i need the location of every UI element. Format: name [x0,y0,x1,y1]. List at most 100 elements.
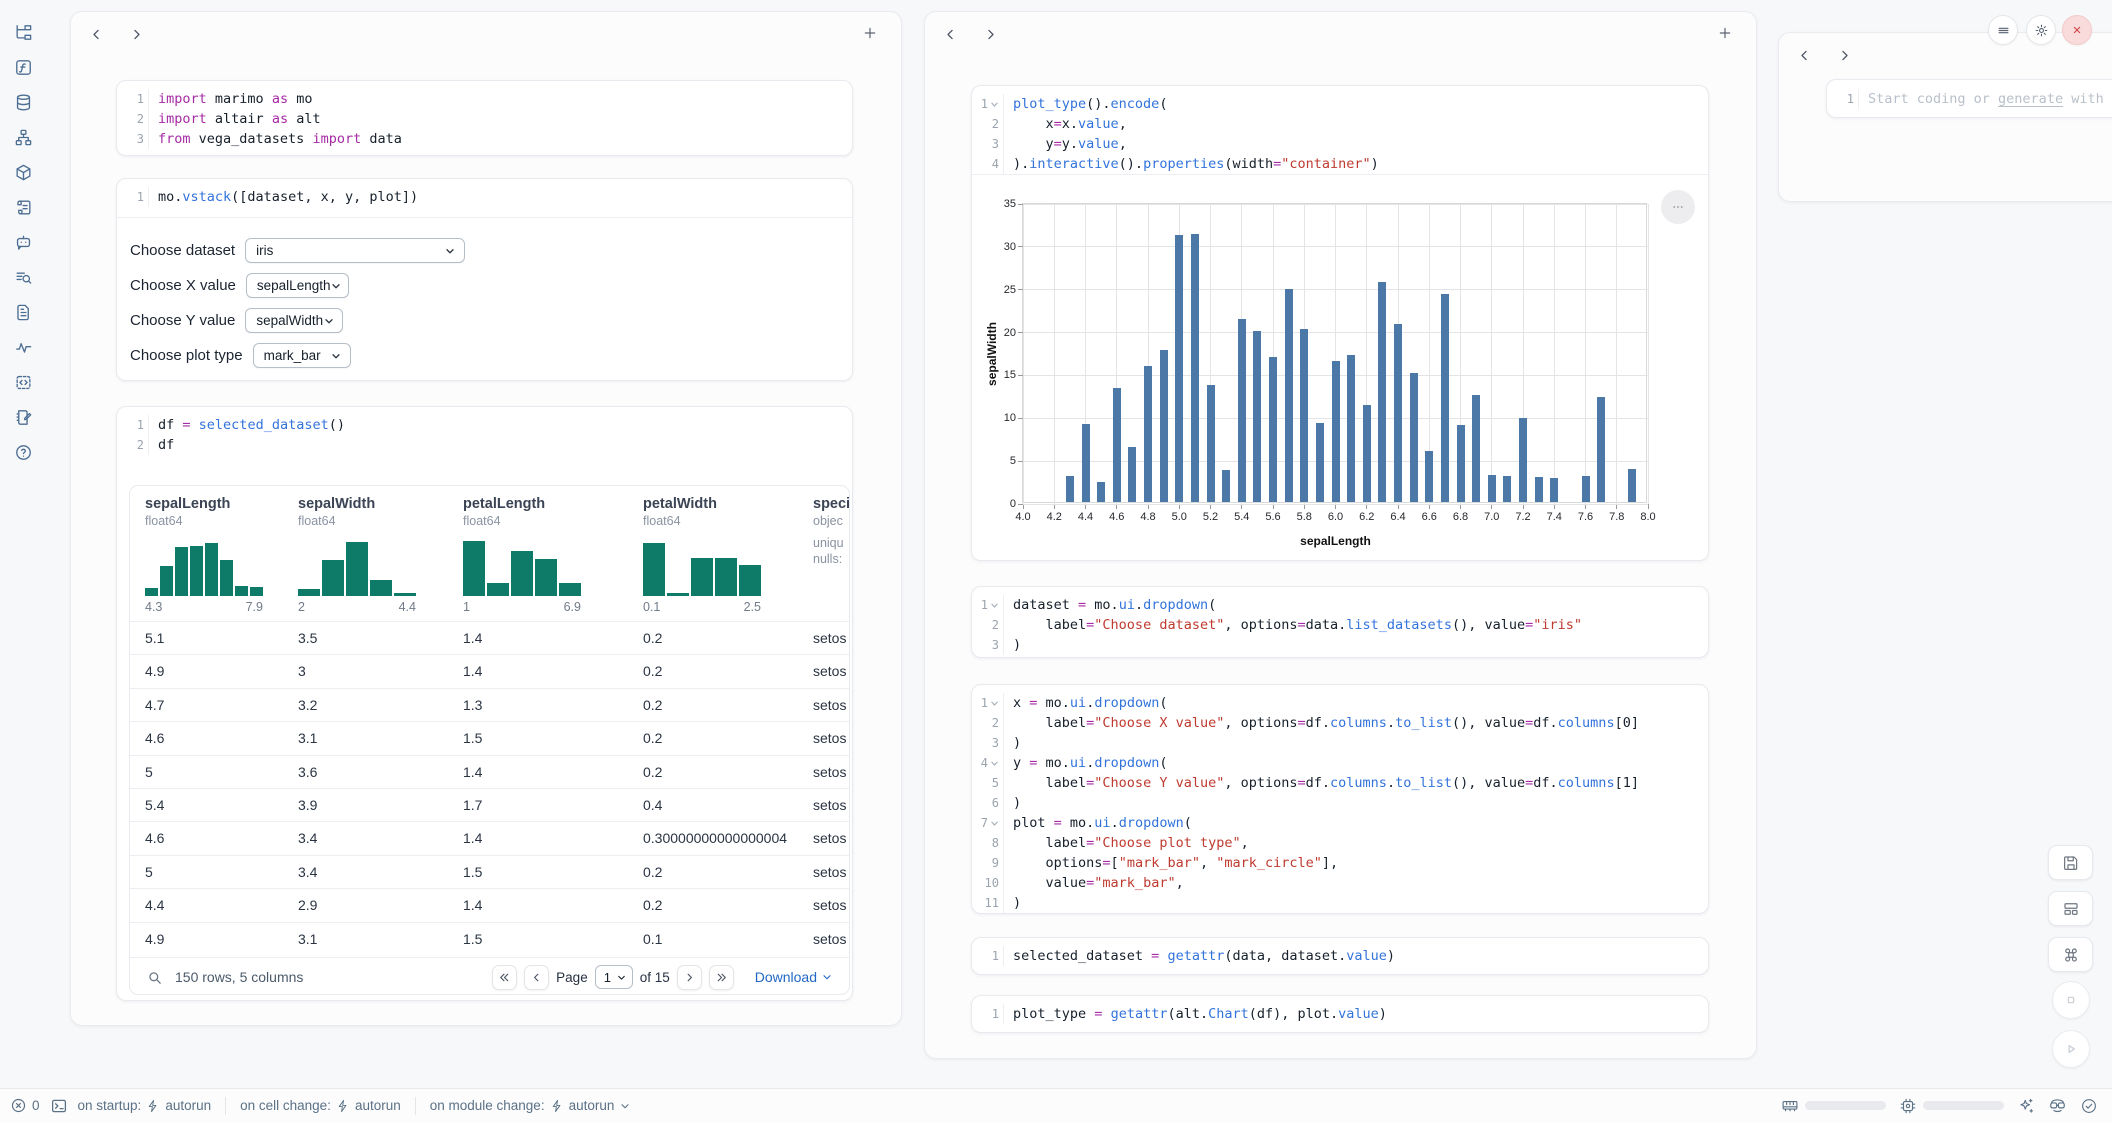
page-select[interactable]: 1 [595,965,633,989]
code-editor[interactable]: 1mo.vstack([dataset, x, y, plot]) [117,179,852,207]
snippets-icon[interactable] [13,372,33,392]
code-line: 2df [117,435,852,455]
bolt-icon [336,1099,350,1113]
fold-chevron-icon[interactable] [990,759,999,768]
fold-chevron-icon[interactable] [990,819,999,828]
dataset-select[interactable]: iris [245,238,465,263]
next-page-button[interactable] [677,965,702,990]
first-page-button[interactable] [492,965,517,990]
terminal-icon[interactable] [50,1097,68,1115]
history-back-button[interactable] [941,25,959,43]
table-cell: 2.9 [298,889,317,922]
table-summary: 150 rows, 5 columns [175,969,303,985]
stop-button[interactable] [2052,981,2090,1019]
code-editor[interactable]: 1plot_type().encode(2 x=x.value,3 y=y.va… [972,86,1708,174]
settings-button[interactable] [2026,15,2056,45]
code-cell-plot-type[interactable]: 1plot_type = getattr(alt.Chart(df), plot… [971,995,1709,1033]
column-name[interactable]: sepalWidth [298,496,375,512]
command-icon [2062,946,2080,964]
functions-icon[interactable] [13,57,33,77]
code-editor[interactable]: 1plot_type = getattr(alt.Chart(df), plot… [972,996,1708,1024]
runtime-config-item[interactable]: on startup:autorun [78,1098,212,1113]
table-row: 53.41.50.2setos [130,855,849,888]
code-cell-vstack[interactable]: 1mo.vstack([dataset, x, y, plot]) Choose… [116,178,853,381]
code-editor[interactable]: 1import marimo as mo2import altair as al… [117,81,852,149]
code-editor[interactable]: 1x = mo.ui.dropdown(2 label="Choose X va… [972,685,1708,913]
add-cell-button[interactable] [1716,24,1734,42]
code-cell-xy-plot-dropdowns[interactable]: 1x = mo.ui.dropdown(2 label="Choose X va… [971,684,1709,914]
history-forward-button[interactable] [127,25,145,43]
history-back-button[interactable] [87,25,105,43]
column-name[interactable]: sepalLength [145,496,230,512]
generate-with-ai-link[interactable]: generate [1998,91,2063,107]
command-palette-button[interactable] [2048,937,2093,972]
table-footer: 150 rows, 5 columns Page 1 of 15 Downloa… [130,957,849,995]
tracing-icon[interactable] [13,337,33,357]
run-button[interactable] [2052,1030,2090,1068]
table-row: 4.63.11.50.2setos [130,721,849,754]
runtime-config-item[interactable]: on module change:autorun [430,1098,632,1113]
find-icon[interactable] [13,267,33,287]
code-editor[interactable]: 1df = selected_dataset()2df [117,407,852,455]
select-value: sepalWidth [256,313,323,328]
code-editor[interactable]: 1dataset = mo.ui.dropdown(2 label="Choos… [972,587,1708,655]
y-value-select[interactable]: sepalWidth [245,308,343,333]
column-name[interactable]: petalWidth [643,496,717,512]
code-cell-chart[interactable]: 1plot_type().encode(2 x=x.value,3 y=y.va… [971,85,1709,561]
sparkles-icon[interactable] [2017,1097,2035,1115]
file-tree-icon[interactable] [13,22,33,42]
code-cell-selected-dataset[interactable]: 1selected_dataset = getattr(data, datase… [971,937,1709,975]
chart-plot-area[interactable]: 4.04.24.44.64.85.05.25.45.65.86.06.26.46… [1022,203,1647,503]
fold-chevron-icon[interactable] [990,100,999,109]
column-name[interactable]: petalLength [463,496,545,512]
fold-chevron-icon[interactable] [990,601,999,610]
save-button[interactable] [2048,845,2093,880]
plus-icon [862,25,878,41]
code-cell-dataset-dropdown[interactable]: 1dataset = mo.ui.dropdown(2 label="Choos… [971,586,1709,658]
chevron-down-icon [444,245,456,257]
code-line: 10 value="mark_bar", [972,873,1708,893]
table-cell: setos [813,655,846,688]
notebook-icon[interactable] [13,407,33,427]
last-page-button[interactable] [709,965,734,990]
plot-type-select[interactable]: mark_bar [253,343,351,368]
table-cell: 4.9 [145,655,164,688]
scratchpad-icon[interactable] [13,197,33,217]
download-button[interactable]: Download [755,969,833,985]
table-cell: 1.7 [463,789,482,822]
database-icon[interactable] [13,92,33,112]
prev-page-button[interactable] [524,965,549,990]
help-icon[interactable] [13,442,33,462]
x-value-select[interactable]: sepalLength [246,273,349,298]
table-row: 53.61.40.2setos [130,755,849,788]
add-cell-button[interactable] [861,24,879,42]
column-name[interactable]: speci [813,496,850,512]
editor-placeholder[interactable]: Start coding or generate with [1859,91,2104,107]
documentation-icon[interactable] [13,302,33,322]
shutdown-button[interactable] [2062,15,2092,45]
dependencies-icon[interactable] [13,127,33,147]
code-line: 1import marimo as mo [117,89,852,109]
runtime-config-item[interactable]: on cell change:autorun [240,1098,401,1113]
code-editor[interactable]: 1selected_dataset = getattr(data, datase… [972,938,1708,966]
package-icon[interactable] [13,162,33,182]
search-icon[interactable] [146,969,163,986]
empty-code-cell[interactable]: 1 Start coding or generate with [1826,79,2112,118]
chart-bar [1582,476,1590,502]
menu-button[interactable] [1988,15,2018,45]
fold-chevron-icon[interactable] [990,699,999,708]
history-back-button[interactable] [1795,46,1813,64]
check-circle-icon[interactable] [2080,1097,2098,1115]
y-tick-label: 30 [976,241,1016,253]
code-cell-dataframe[interactable]: 1df = selected_dataset()2df sepalLengthf… [116,406,853,1001]
chat-icon[interactable] [13,232,33,252]
page-count-label: of 15 [640,970,670,985]
layout-button[interactable] [2048,891,2093,926]
copilot-icon[interactable] [2048,1096,2067,1115]
altair-chart-output[interactable]: 4.04.24.44.64.85.05.25.45.65.86.06.26.46… [972,174,1708,560]
chart-actions-button[interactable] [1661,190,1695,224]
history-forward-button[interactable] [1835,46,1853,64]
error-indicator[interactable]: 0 [10,1097,40,1114]
code-cell-imports[interactable]: 1import marimo as mo2import altair as al… [116,80,853,156]
history-forward-button[interactable] [981,25,999,43]
